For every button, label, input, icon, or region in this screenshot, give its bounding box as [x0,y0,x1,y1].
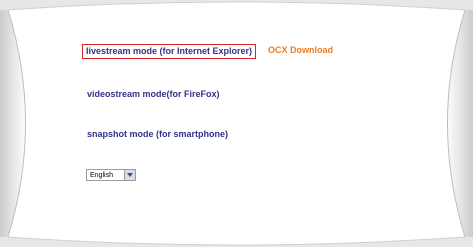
language-select-value: English [90,172,113,179]
livestream-mode-link[interactable]: livestream mode (for Internet Explorer) [82,44,257,59]
videostream-mode-link[interactable]: videostream mode(for FireFox) [87,89,220,100]
chevron-down-icon[interactable] [124,170,135,180]
language-select[interactable]: English [86,169,136,181]
background-frame [0,0,473,247]
ocx-download-link[interactable]: OCX Download [268,45,333,56]
snapshot-mode-link[interactable]: snapshot mode (for smartphone) [87,129,228,140]
